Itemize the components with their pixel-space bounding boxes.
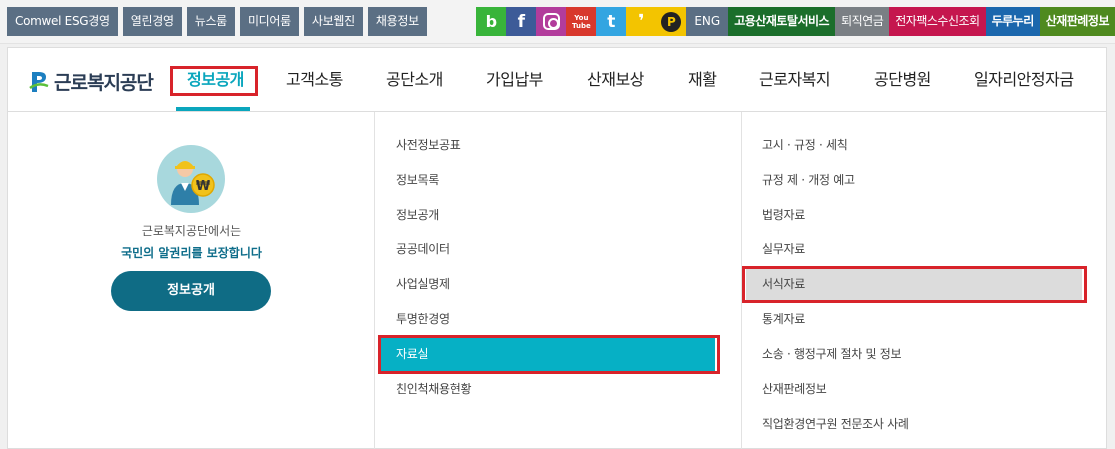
kakaopay-icon[interactable]: P xyxy=(656,7,687,36)
service-pension-link[interactable]: 퇴직연금 xyxy=(835,7,890,36)
toplink-newsroom[interactable]: 뉴스룸 xyxy=(186,7,235,36)
nav-compensation[interactable]: 산재보상 xyxy=(587,48,644,112)
youtube-label-top: You xyxy=(574,13,589,22)
logo-text: 근로복지공단 xyxy=(54,72,154,94)
nav-welfare[interactable]: 근로자복지 xyxy=(759,48,831,112)
kakaopay-icon-glyph: P xyxy=(666,14,676,29)
third-level-item[interactable]: 직업환경연구원 전문조사 사례 xyxy=(742,407,1108,442)
service-efax-link[interactable]: 전자팩스수신조회 xyxy=(889,7,986,36)
third-level-column: 고시 · 규정 · 세칙 규정 제 · 개정 예고 법령자료 실무자료 서식자료… xyxy=(742,112,1108,449)
twitter-icon[interactable]: t xyxy=(596,7,627,36)
submenu-item[interactable]: 사전정보공표 xyxy=(375,128,741,163)
instagram-ring xyxy=(542,13,560,30)
submenu-item[interactable]: 투명한경영 xyxy=(375,302,741,337)
nav-subscription[interactable]: 가입납부 xyxy=(486,48,543,112)
top-links: Comwel ESG경영 열린경영 뉴스룸 미디어룸 사보웹진 채용정보 xyxy=(7,7,427,36)
nav-hospital[interactable]: 공단병원 xyxy=(874,48,931,112)
facebook-icon[interactable]: f xyxy=(506,7,537,36)
intro-panel: ₩ 근로복지공단에서는 국민의 알권리를 보장합니다 정보공개 xyxy=(8,112,375,449)
main-navigation: 근로복지공단 정보공개 고객소통 공단소개 가입납부 산재보상 재활 근로자복지… xyxy=(7,47,1107,112)
toplink-mediaroom[interactable]: 미디어룸 xyxy=(239,7,299,36)
top-right-toolbar: b f You Tube t ❜ P ENG 고용산재토탈서비스 퇴직연금 전자팩… xyxy=(476,7,1115,36)
submenu-item[interactable]: 공공데이터 xyxy=(375,232,741,267)
third-level-item[interactable]: 고시 · 규정 · 세칙 xyxy=(742,128,1108,163)
service-total-link[interactable]: 고용산재토탈서비스 xyxy=(728,7,836,36)
submenu-item[interactable]: 친인척채용현황 xyxy=(375,372,741,407)
worker-illustration-icon: ₩ xyxy=(157,145,225,213)
youtube-icon[interactable]: You Tube xyxy=(566,7,597,36)
site-logo[interactable]: 근로복지공단 xyxy=(28,68,154,95)
submenu-item[interactable]: 사업실명제 xyxy=(375,267,741,302)
top-utility-bar: Comwel ESG경영 열린경영 뉴스룸 미디어룸 사보웹진 채용정보 b f… xyxy=(0,0,1115,44)
submenu-column: 사전정보공표 정보목록 정보공개 공공데이터 사업실명제 투명한경영 자료실 친… xyxy=(375,112,742,449)
nav-customer[interactable]: 고객소통 xyxy=(286,48,343,112)
blog-icon-glyph: b xyxy=(485,12,498,31)
intro-text-line1: 근로복지공단에서는 xyxy=(141,224,242,238)
logo-mark-icon xyxy=(28,70,50,94)
highlight-box-forms xyxy=(742,266,1087,303)
third-level-item[interactable]: 산재판례정보 xyxy=(742,372,1108,407)
toplink-open-management[interactable]: 열린경영 xyxy=(122,7,182,36)
toplink-careers[interactable]: 채용정보 xyxy=(367,7,427,36)
kakaostory-icon-glyph: ❜ xyxy=(638,11,645,32)
third-level-item[interactable]: 규정 제 · 개정 예고 xyxy=(742,163,1108,198)
service-durunuri-link[interactable]: 두루누리 xyxy=(985,7,1040,36)
highlight-box-data-room xyxy=(378,335,720,374)
youtube-label-bottom: Tube xyxy=(571,21,591,30)
highlight-box-nav xyxy=(170,66,258,96)
language-eng-link[interactable]: ENG xyxy=(686,7,729,36)
mega-menu-dropdown: ₩ 근로복지공단에서는 국민의 알권리를 보장합니다 정보공개 사전정보공표 정… xyxy=(7,111,1107,449)
intro-text-line2: 국민의 알권리를 보장합니다 xyxy=(121,246,262,260)
instagram-icon[interactable] xyxy=(536,7,567,36)
third-level-item[interactable]: 실무자료 xyxy=(742,232,1108,267)
third-level-item[interactable]: 법령자료 xyxy=(742,198,1108,233)
nav-about[interactable]: 공단소개 xyxy=(386,48,443,112)
submenu-item[interactable]: 정보공개 xyxy=(375,198,741,233)
blog-icon[interactable]: b xyxy=(476,7,507,36)
toplink-esg[interactable]: Comwel ESG경영 xyxy=(7,7,118,36)
third-level-item[interactable]: 통계자료 xyxy=(742,302,1108,337)
facebook-icon-glyph: f xyxy=(517,11,526,32)
svg-text:₩: ₩ xyxy=(196,179,211,194)
kakaopay-coin: P xyxy=(661,11,682,32)
kakaostory-icon[interactable]: ❜ xyxy=(626,7,657,36)
service-precedent-link[interactable]: 산재판례정보 xyxy=(1039,7,1115,36)
third-level-item[interactable]: 소송 · 행정구제 절차 및 정보 xyxy=(742,337,1108,372)
info-disclosure-button[interactable]: 정보공개 xyxy=(111,271,271,311)
nav-job-stability[interactable]: 일자리안정자금 xyxy=(974,48,1074,112)
twitter-icon-glyph: t xyxy=(607,11,616,32)
submenu-item[interactable]: 정보목록 xyxy=(375,163,741,198)
nav-rehab[interactable]: 재활 xyxy=(688,48,717,112)
toplink-webzine[interactable]: 사보웹진 xyxy=(303,7,363,36)
